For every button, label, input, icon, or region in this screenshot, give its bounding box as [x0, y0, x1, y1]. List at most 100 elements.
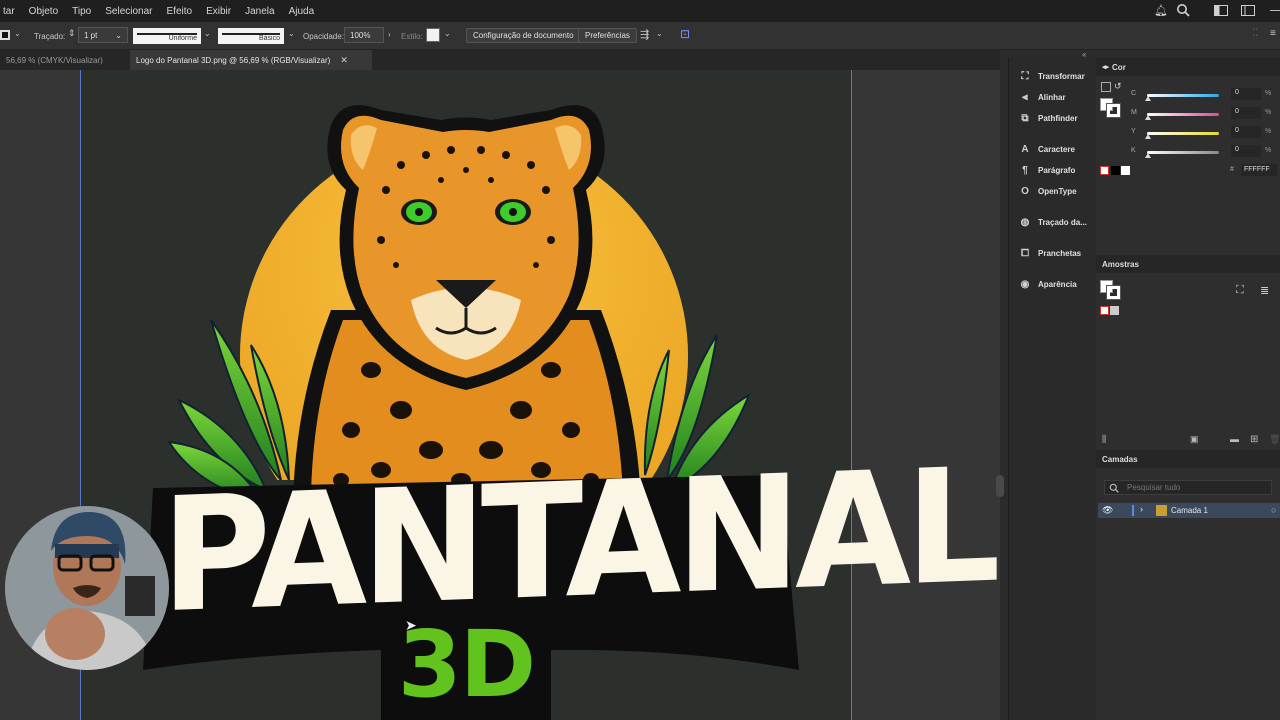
layers-search-input[interactable]	[1127, 483, 1267, 492]
slider-knob[interactable]	[1145, 115, 1151, 120]
slider-track[interactable]	[1147, 151, 1219, 154]
stroke-swatch[interactable]	[0, 30, 10, 40]
brush-select[interactable]: Básico	[218, 28, 284, 44]
panel-button-artboards[interactable]: ⧠ Pranchetas	[1019, 247, 1081, 259]
layer-target-icon[interactable]: ○	[1271, 505, 1276, 515]
panel-button-align[interactable]: ⫷ Alinhar	[1019, 91, 1066, 103]
new-swatch-icon[interactable]: ⊞	[1250, 434, 1258, 445]
swatches-panel-header[interactable]: Amostras	[1096, 255, 1280, 273]
tab-document-cmyk[interactable]: 56,69 % (CMYK/Visualizar)	[0, 50, 130, 70]
hex-field[interactable]: FFFFFF	[1241, 164, 1277, 176]
panel-button-appearance[interactable]: ◉ Aparência	[1019, 278, 1077, 290]
style-swatch[interactable]	[426, 28, 440, 42]
menu-item-help[interactable]: Ajuda	[278, 6, 322, 17]
vertical-scrollbar[interactable]	[996, 475, 1004, 497]
stroke-profile-select[interactable]: Uniforme	[133, 28, 201, 44]
slider-knob[interactable]	[1145, 134, 1151, 139]
none-swatch[interactable]	[1100, 166, 1109, 175]
tab-label: Logo do Pantanal 3D.png @ 56,69 % (RGB/V…	[136, 55, 331, 65]
panel-button-paragraph[interactable]: ¶ Parágrafo	[1019, 164, 1075, 176]
artboards-icon: ⧠	[1021, 247, 1029, 259]
document-setup-button[interactable]: Configuração de documento	[466, 28, 581, 43]
new-color-group-icon[interactable]: ▣	[1190, 434, 1199, 445]
panel-button-character[interactable]: A Caractere	[1019, 143, 1075, 155]
slider-track[interactable]	[1147, 113, 1219, 116]
swatch-library-icon[interactable]: ⫼	[1102, 434, 1106, 445]
stroke-swatch-panel[interactable]	[1106, 103, 1121, 118]
slider-track[interactable]	[1147, 132, 1219, 135]
black-swatch[interactable]	[1111, 166, 1120, 175]
panel-button-pathfinder[interactable]: ⧉ Pathfinder	[1019, 112, 1077, 124]
artboard[interactable]: PANTANAL 3D ➤	[80, 70, 995, 720]
cursor-icon: ➤	[405, 617, 417, 633]
preferences-button[interactable]: Preferências	[578, 28, 637, 43]
swatch-registration[interactable]	[1110, 306, 1119, 315]
grid-icon[interactable]: ⁚⁚	[1252, 28, 1258, 39]
menu-bar: tar Objeto Tipo Selecionar Efeito Exibir…	[0, 0, 1280, 22]
slider-yellow[interactable]: Y 0 %	[1131, 126, 1276, 140]
stroke-weight-field[interactable]: 1 pt ⌄	[78, 27, 128, 43]
slider-knob[interactable]	[1145, 96, 1151, 101]
menu-item-window[interactable]: Janela	[234, 6, 281, 17]
layer-row[interactable]: 👁︎ › Camada 1 ○	[1098, 503, 1280, 518]
stroke-weight-value: 1 pt	[84, 30, 98, 40]
chevron-down-icon[interactable]: ⌄	[656, 29, 663, 38]
default-colors-icon[interactable]	[1101, 82, 1111, 92]
collapsed-panels-column: ⛶ Transformar ⫷ Alinhar ⧉ Pathfinder A Carac…	[1008, 58, 1096, 720]
layer-name[interactable]: Camada 1	[1171, 506, 1208, 515]
chevron-right-icon[interactable]: ›	[388, 30, 391, 39]
arrange-icon[interactable]: ⇶	[640, 28, 649, 41]
chevron-down-icon[interactable]: ⌄	[14, 29, 21, 38]
menu-item-view[interactable]: Exibir	[195, 6, 238, 17]
chevron-down-icon[interactable]: ⌄	[204, 29, 211, 38]
swatch-grid-view-icon[interactable]: ⛶	[1236, 284, 1244, 297]
panel-label: Pranchetas	[1038, 248, 1082, 258]
slider-knob[interactable]	[1145, 153, 1151, 158]
menu-item-object[interactable]: Objeto	[18, 6, 65, 17]
slider-track[interactable]	[1147, 94, 1219, 97]
panel-label: Alinhar	[1038, 92, 1066, 102]
panel-button-opentype[interactable]: O OpenType	[1019, 185, 1076, 197]
paragraph-icon: ¶	[1022, 164, 1028, 176]
arrange-documents-icon[interactable]	[1241, 5, 1255, 19]
color-panel-header[interactable]: ◂▸ Cor	[1096, 58, 1280, 76]
stepper-arrows-icon[interactable]: ⇕	[68, 28, 76, 39]
slider-unit: %	[1265, 90, 1272, 97]
panel-label: Caractere	[1038, 144, 1075, 154]
white-swatch[interactable]	[1121, 166, 1130, 175]
panel-button-image-trace[interactable]: ◍ Traçado da...	[1019, 216, 1087, 228]
slider-magenta[interactable]: M 0 %	[1131, 107, 1276, 121]
slider-value[interactable]: 0	[1231, 145, 1261, 157]
swatch-stroke-indicator[interactable]	[1106, 285, 1121, 300]
delete-swatch-icon[interactable]: 🗑︎	[1269, 434, 1280, 445]
workspace-switcher-icon[interactable]	[1214, 5, 1228, 19]
swatch-list-view-icon[interactable]: ≣	[1260, 284, 1269, 297]
layers-panel-header[interactable]: Camadas	[1096, 450, 1280, 468]
bell-icon[interactable]: 🔔︎	[1154, 4, 1168, 17]
panel-label: Parágrafo	[1038, 165, 1076, 175]
chevron-down-icon[interactable]: ⌄	[288, 29, 295, 38]
slider-cyan[interactable]: C 0 %	[1131, 88, 1276, 102]
minimize-icon[interactable]: —	[1270, 2, 1280, 17]
slider-value[interactable]: 0	[1231, 107, 1261, 119]
swatch-none[interactable]	[1100, 306, 1109, 315]
recolor-artwork-icon[interactable]: ⊡	[680, 27, 690, 41]
close-icon[interactable]: ✕	[340, 55, 348, 66]
menu-icon[interactable]: ≡	[1270, 28, 1276, 39]
chevron-right-icon[interactable]: ›	[1140, 504, 1143, 514]
menu-item-type[interactable]: Tipo	[61, 6, 98, 17]
slider-value[interactable]: 0	[1231, 126, 1261, 138]
slider-value[interactable]: 0	[1231, 88, 1261, 100]
slider-black[interactable]: K 0 %	[1131, 145, 1276, 159]
swap-colors-icon[interactable]: ↺	[1114, 81, 1122, 92]
search-icon[interactable]	[1176, 3, 1190, 20]
layers-search-field[interactable]	[1104, 480, 1272, 495]
menu-item-select[interactable]: Selecionar	[94, 6, 159, 17]
menu-item-effect[interactable]: Efeito	[156, 6, 200, 17]
opacity-field[interactable]: 100%	[344, 27, 384, 43]
chevron-down-icon[interactable]: ⌄	[444, 29, 451, 38]
tab-document-pantanal[interactable]: Logo do Pantanal 3D.png @ 56,69 % (RGB/V…	[130, 50, 372, 70]
panel-button-transform[interactable]: ⛶ Transformar	[1019, 70, 1085, 82]
new-folder-icon[interactable]: ▬	[1230, 434, 1239, 444]
eye-icon[interactable]: 👁︎	[1102, 505, 1113, 516]
